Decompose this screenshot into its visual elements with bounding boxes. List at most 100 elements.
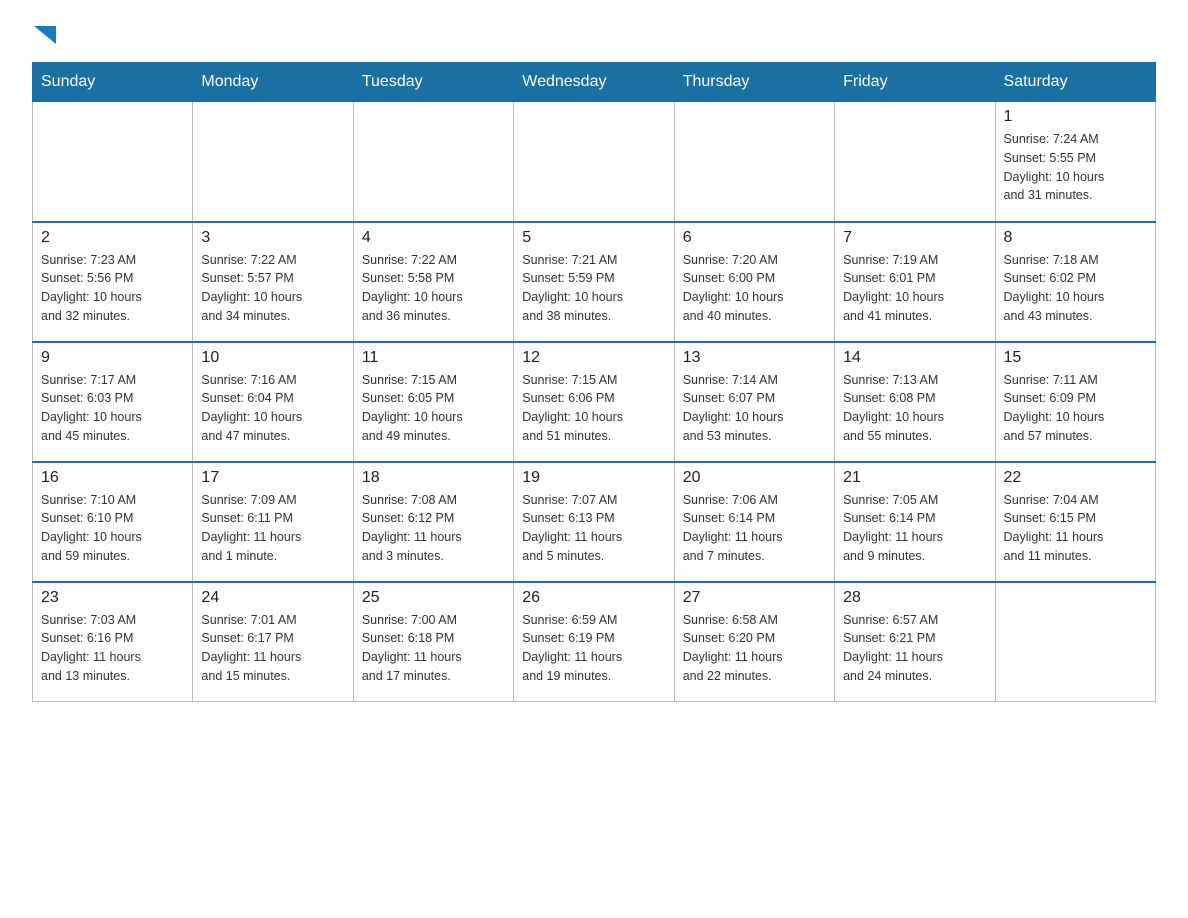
day-number: 2 [41,229,184,247]
calendar-cell: 18Sunrise: 7:08 AM Sunset: 6:12 PM Dayli… [353,462,513,582]
calendar-week-row: 16 Sunrise: 7:10 AM Sunset: 6:10 PM Dayli… [33,462,1156,582]
calendar-cell: 1 Sunrise: 7:24 AM Sunset: 5:55 PM Daylig… [995,102,1155,222]
calendar-cell: 14 Sunrise: 7:13 AM Sunset: 6:08 PM Dayli… [835,342,995,462]
day-info: Sunrise: 7:10 AM Sunset: 6:10 PM Dayligh… [41,491,184,566]
calendar-cell: 26 Sunrise: 6:59 AM Sunset: 6:19 PM Dayli… [514,582,674,702]
day-number: 20 [683,469,826,487]
calendar-cell: 17 Sunrise: 7:09 AM Sunset: 6:11 PM Dayli… [193,462,353,582]
day-number: 13 [683,349,826,367]
calendar-cell: 12 Sunrise: 7:15 AM Sunset: 6:06 PM Dayli… [514,342,674,462]
calendar-cell: 10 Sunrise: 7:16 AM Sunset: 6:04 PM Dayli… [193,342,353,462]
day-info: Sunrise: 7:03 AM Sunset: 6:16 PM Dayligh… [41,611,184,686]
calendar-cell: 6Sunrise: 7:20 AM Sunset: 6:00 PM Daylig… [674,222,834,342]
day-number: 5 [522,229,665,247]
calendar-cell: 4 Sunrise: 7:22 AM Sunset: 5:58 PM Daylig… [353,222,513,342]
day-info: Sunrise: 6:59 AM Sunset: 6:19 PM Dayligh… [522,611,665,686]
calendar-cell: 19Sunrise: 7:07 AM Sunset: 6:13 PM Dayli… [514,462,674,582]
day-info: Sunrise: 7:22 AM Sunset: 5:57 PM Dayligh… [201,251,344,326]
day-info: Sunrise: 7:21 AM Sunset: 5:59 PM Dayligh… [522,251,665,326]
day-info: Sunrise: 7:20 AM Sunset: 6:00 PM Dayligh… [683,251,826,326]
day-number: 23 [41,589,184,607]
calendar-cell: 24 Sunrise: 7:01 AM Sunset: 6:17 PM Dayli… [193,582,353,702]
calendar-cell: 28 Sunrise: 6:57 AM Sunset: 6:21 PM Dayli… [835,582,995,702]
day-info: Sunrise: 7:00 AM Sunset: 6:18 PM Dayligh… [362,611,505,686]
calendar-cell: 22 Sunrise: 7:04 AM Sunset: 6:15 PM Dayli… [995,462,1155,582]
day-info: Sunrise: 7:01 AM Sunset: 6:17 PM Dayligh… [201,611,344,686]
calendar-cell [674,102,834,222]
weekday-header-friday: Friday [835,63,995,102]
day-info: Sunrise: 7:23 AM Sunset: 5:56 PM Dayligh… [41,251,184,326]
day-number: 1 [1004,108,1147,126]
day-number: 28 [843,589,986,607]
calendar-cell [193,102,353,222]
day-info: Sunrise: 7:15 AM Sunset: 6:05 PM Dayligh… [362,371,505,446]
logo-triangle-icon [34,26,56,44]
day-number: 14 [843,349,986,367]
logo [32,24,56,44]
weekday-header-wednesday: Wednesday [514,63,674,102]
calendar-header-row: SundayMondayTuesdayWednesdayThursdayFrid… [33,63,1156,102]
day-number: 9 [41,349,184,367]
calendar-cell: 15Sunrise: 7:11 AM Sunset: 6:09 PM Dayli… [995,342,1155,462]
day-number: 7 [843,229,986,247]
day-info: Sunrise: 7:22 AM Sunset: 5:58 PM Dayligh… [362,251,505,326]
day-info: Sunrise: 7:11 AM Sunset: 6:09 PM Dayligh… [1004,371,1147,446]
calendar-cell: 25Sunrise: 7:00 AM Sunset: 6:18 PM Dayli… [353,582,513,702]
calendar-cell: 11 Sunrise: 7:15 AM Sunset: 6:05 PM Dayli… [353,342,513,462]
day-info: Sunrise: 7:13 AM Sunset: 6:08 PM Dayligh… [843,371,986,446]
day-info: Sunrise: 7:18 AM Sunset: 6:02 PM Dayligh… [1004,251,1147,326]
weekday-header-sunday: Sunday [33,63,193,102]
weekday-header-monday: Monday [193,63,353,102]
calendar-cell: 21 Sunrise: 7:05 AM Sunset: 6:14 PM Dayli… [835,462,995,582]
day-number: 27 [683,589,826,607]
day-number: 26 [522,589,665,607]
day-info: Sunrise: 6:58 AM Sunset: 6:20 PM Dayligh… [683,611,826,686]
calendar-cell: 9 Sunrise: 7:17 AM Sunset: 6:03 PM Daylig… [33,342,193,462]
calendar-week-row: 2 Sunrise: 7:23 AM Sunset: 5:56 PM Daylig… [33,222,1156,342]
calendar-cell: 16 Sunrise: 7:10 AM Sunset: 6:10 PM Dayli… [33,462,193,582]
calendar-cell [514,102,674,222]
calendar-cell [995,582,1155,702]
day-info: Sunrise: 6:57 AM Sunset: 6:21 PM Dayligh… [843,611,986,686]
day-info: Sunrise: 7:08 AM Sunset: 6:12 PM Dayligh… [362,491,505,566]
weekday-header-saturday: Saturday [995,63,1155,102]
day-number: 11 [362,349,505,367]
day-number: 16 [41,469,184,487]
day-info: Sunrise: 7:04 AM Sunset: 6:15 PM Dayligh… [1004,491,1147,566]
calendar-week-row: 9 Sunrise: 7:17 AM Sunset: 6:03 PM Daylig… [33,342,1156,462]
day-info: Sunrise: 7:16 AM Sunset: 6:04 PM Dayligh… [201,371,344,446]
calendar-cell: 2 Sunrise: 7:23 AM Sunset: 5:56 PM Daylig… [33,222,193,342]
day-number: 17 [201,469,344,487]
day-info: Sunrise: 7:24 AM Sunset: 5:55 PM Dayligh… [1004,130,1147,205]
calendar-week-row: 1 Sunrise: 7:24 AM Sunset: 5:55 PM Daylig… [33,102,1156,222]
calendar-cell: 5 Sunrise: 7:21 AM Sunset: 5:59 PM Daylig… [514,222,674,342]
day-number: 3 [201,229,344,247]
calendar-cell: 3 Sunrise: 7:22 AM Sunset: 5:57 PM Daylig… [193,222,353,342]
page-header [32,24,1156,44]
day-number: 12 [522,349,665,367]
day-number: 19 [522,469,665,487]
calendar-cell [353,102,513,222]
calendar-cell [835,102,995,222]
day-number: 8 [1004,229,1147,247]
day-info: Sunrise: 7:09 AM Sunset: 6:11 PM Dayligh… [201,491,344,566]
calendar-cell: 7 Sunrise: 7:19 AM Sunset: 6:01 PM Daylig… [835,222,995,342]
calendar-cell: 20 Sunrise: 7:06 AM Sunset: 6:14 PM Dayli… [674,462,834,582]
weekday-header-thursday: Thursday [674,63,834,102]
weekday-header-tuesday: Tuesday [353,63,513,102]
day-number: 4 [362,229,505,247]
calendar-cell: 13 Sunrise: 7:14 AM Sunset: 6:07 PM Dayli… [674,342,834,462]
day-number: 21 [843,469,986,487]
calendar-cell: 8 Sunrise: 7:18 AM Sunset: 6:02 PM Daylig… [995,222,1155,342]
day-number: 22 [1004,469,1147,487]
day-info: Sunrise: 7:19 AM Sunset: 6:01 PM Dayligh… [843,251,986,326]
day-info: Sunrise: 7:15 AM Sunset: 6:06 PM Dayligh… [522,371,665,446]
day-info: Sunrise: 7:17 AM Sunset: 6:03 PM Dayligh… [41,371,184,446]
day-info: Sunrise: 7:14 AM Sunset: 6:07 PM Dayligh… [683,371,826,446]
calendar-table: SundayMondayTuesdayWednesdayThursdayFrid… [32,62,1156,702]
day-info: Sunrise: 7:06 AM Sunset: 6:14 PM Dayligh… [683,491,826,566]
calendar-cell: 23 Sunrise: 7:03 AM Sunset: 6:16 PM Dayli… [33,582,193,702]
day-number: 10 [201,349,344,367]
day-number: 24 [201,589,344,607]
day-info: Sunrise: 7:05 AM Sunset: 6:14 PM Dayligh… [843,491,986,566]
